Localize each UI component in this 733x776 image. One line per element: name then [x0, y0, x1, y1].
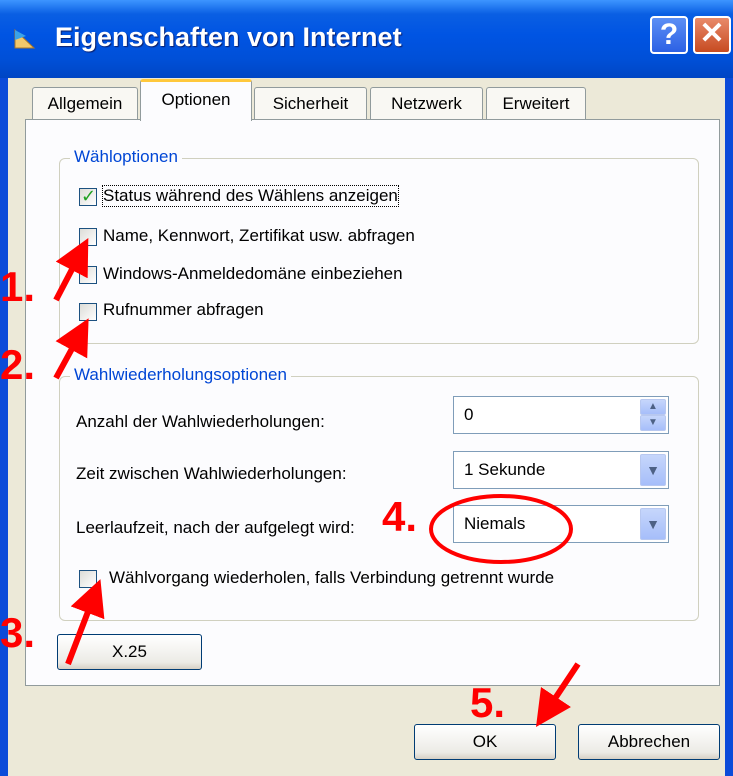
- title-bar[interactable]: Eigenschaften von Internet ? ✕: [0, 0, 733, 78]
- spin-up-icon[interactable]: ▲: [640, 399, 666, 415]
- redial-on-disconnect-label[interactable]: Wählvorgang wiederholen, falls Verbindun…: [109, 568, 554, 588]
- checkmark-icon: ✓: [81, 186, 97, 207]
- idle-time-label: Leerlaufzeit, nach der aufgelegt wird:: [76, 518, 355, 537]
- ok-button[interactable]: OK: [414, 724, 556, 760]
- spin-down-icon[interactable]: ▼: [640, 415, 666, 431]
- prompt-number-checkbox[interactable]: [79, 303, 97, 321]
- window-frame-left: [0, 78, 8, 776]
- window-frame-right: [725, 78, 733, 776]
- redial-attempts-value: 0: [464, 405, 474, 424]
- include-domain-checkbox[interactable]: [79, 266, 97, 284]
- x25-button[interactable]: X.25: [57, 634, 202, 670]
- prompt-credentials-label[interactable]: Name, Kennwort, Zertifikat usw. abfragen: [103, 226, 415, 246]
- redial-interval-value: 1 Sekunde: [464, 460, 546, 479]
- cancel-button[interactable]: Abbrechen: [578, 724, 720, 760]
- prompt-number-label[interactable]: Rufnummer abfragen: [103, 300, 264, 320]
- redial-on-disconnect-checkbox[interactable]: [79, 570, 97, 588]
- redial-interval-dropdown[interactable]: 1 Sekunde ▼: [453, 451, 669, 489]
- annotation-step-1: 1.: [0, 263, 36, 310]
- include-domain-label[interactable]: Windows-Anmeldedomäne einbeziehen: [103, 264, 403, 284]
- idle-time-value: Niemals: [464, 514, 526, 533]
- internet-options-icon: [14, 28, 36, 49]
- show-status-checkbox[interactable]: ✓: [79, 186, 97, 207]
- window-title: Eigenschaften von Internet: [55, 22, 402, 52]
- prompt-credentials-checkbox[interactable]: [79, 228, 97, 246]
- annotation-step-4: 4.: [382, 493, 418, 540]
- tab-allgemein[interactable]: Allgemein: [32, 87, 138, 120]
- redial-options-legend: Wahlwiederholungsoptionen: [70, 365, 291, 385]
- close-button[interactable]: ✕: [693, 16, 731, 54]
- chevron-down-icon[interactable]: ▼: [640, 454, 666, 486]
- annotation-step-3: 3.: [0, 609, 36, 656]
- help-button[interactable]: ?: [650, 16, 688, 54]
- show-status-label[interactable]: Status während des Wählens anzeigen: [102, 185, 399, 207]
- redial-attempts-label: Anzahl der Wahlwiederholungen:: [76, 412, 325, 431]
- annotation-step-5: 5.: [470, 679, 506, 726]
- tab-netzwerk[interactable]: Netzwerk: [370, 87, 483, 120]
- properties-dialog: Eigenschaften von Internet ? ✕ Allgemein…: [0, 0, 733, 776]
- tab-panel-optionen: Wähloptionen ✓ Status während des Wählen…: [25, 119, 720, 686]
- tab-optionen[interactable]: Optionen: [140, 79, 252, 121]
- dial-options-legend: Wähloptionen: [70, 147, 182, 167]
- idle-time-dropdown[interactable]: Niemals ▼: [453, 505, 669, 543]
- redial-interval-label: Zeit zwischen Wahlwiederholungen:: [76, 464, 347, 483]
- redial-attempts-spinner[interactable]: 0 ▲ ▼: [453, 396, 669, 434]
- annotation-step-2: 2.: [0, 341, 36, 388]
- tab-erweitert[interactable]: Erweitert: [486, 87, 586, 120]
- tab-sicherheit[interactable]: Sicherheit: [254, 87, 367, 120]
- chevron-down-icon[interactable]: ▼: [640, 508, 666, 540]
